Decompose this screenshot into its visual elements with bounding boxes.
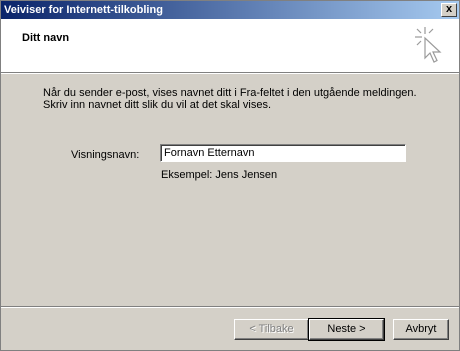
- close-button[interactable]: x: [441, 3, 457, 17]
- intro-text: Når du sender e-post, vises navnet ditt …: [43, 87, 417, 111]
- close-icon: x: [445, 3, 453, 15]
- next-button[interactable]: Neste >: [308, 318, 385, 341]
- header-divider: [1, 73, 459, 74]
- cancel-button[interactable]: Avbryt: [393, 319, 449, 340]
- wizard-header: Ditt navn: [1, 19, 459, 73]
- wizard-sparkle-cursor-icon: [415, 27, 442, 63]
- page-title: Ditt navn: [22, 32, 70, 44]
- window-title: Veiviser for Internett-tilkobling: [4, 4, 163, 16]
- example-text: Eksempel: Jens Jensen: [161, 169, 278, 181]
- wizard-window: Veiviser for Internett-tilkobling x Ditt…: [0, 0, 460, 351]
- title-bar: Veiviser for Internett-tilkobling x: [1, 1, 459, 19]
- back-button[interactable]: < Tilbake: [234, 319, 309, 340]
- display-name-input[interactable]: [160, 144, 406, 162]
- display-name-label: Visningsnavn:: [71, 149, 140, 161]
- footer-divider-highlight: [1, 307, 459, 308]
